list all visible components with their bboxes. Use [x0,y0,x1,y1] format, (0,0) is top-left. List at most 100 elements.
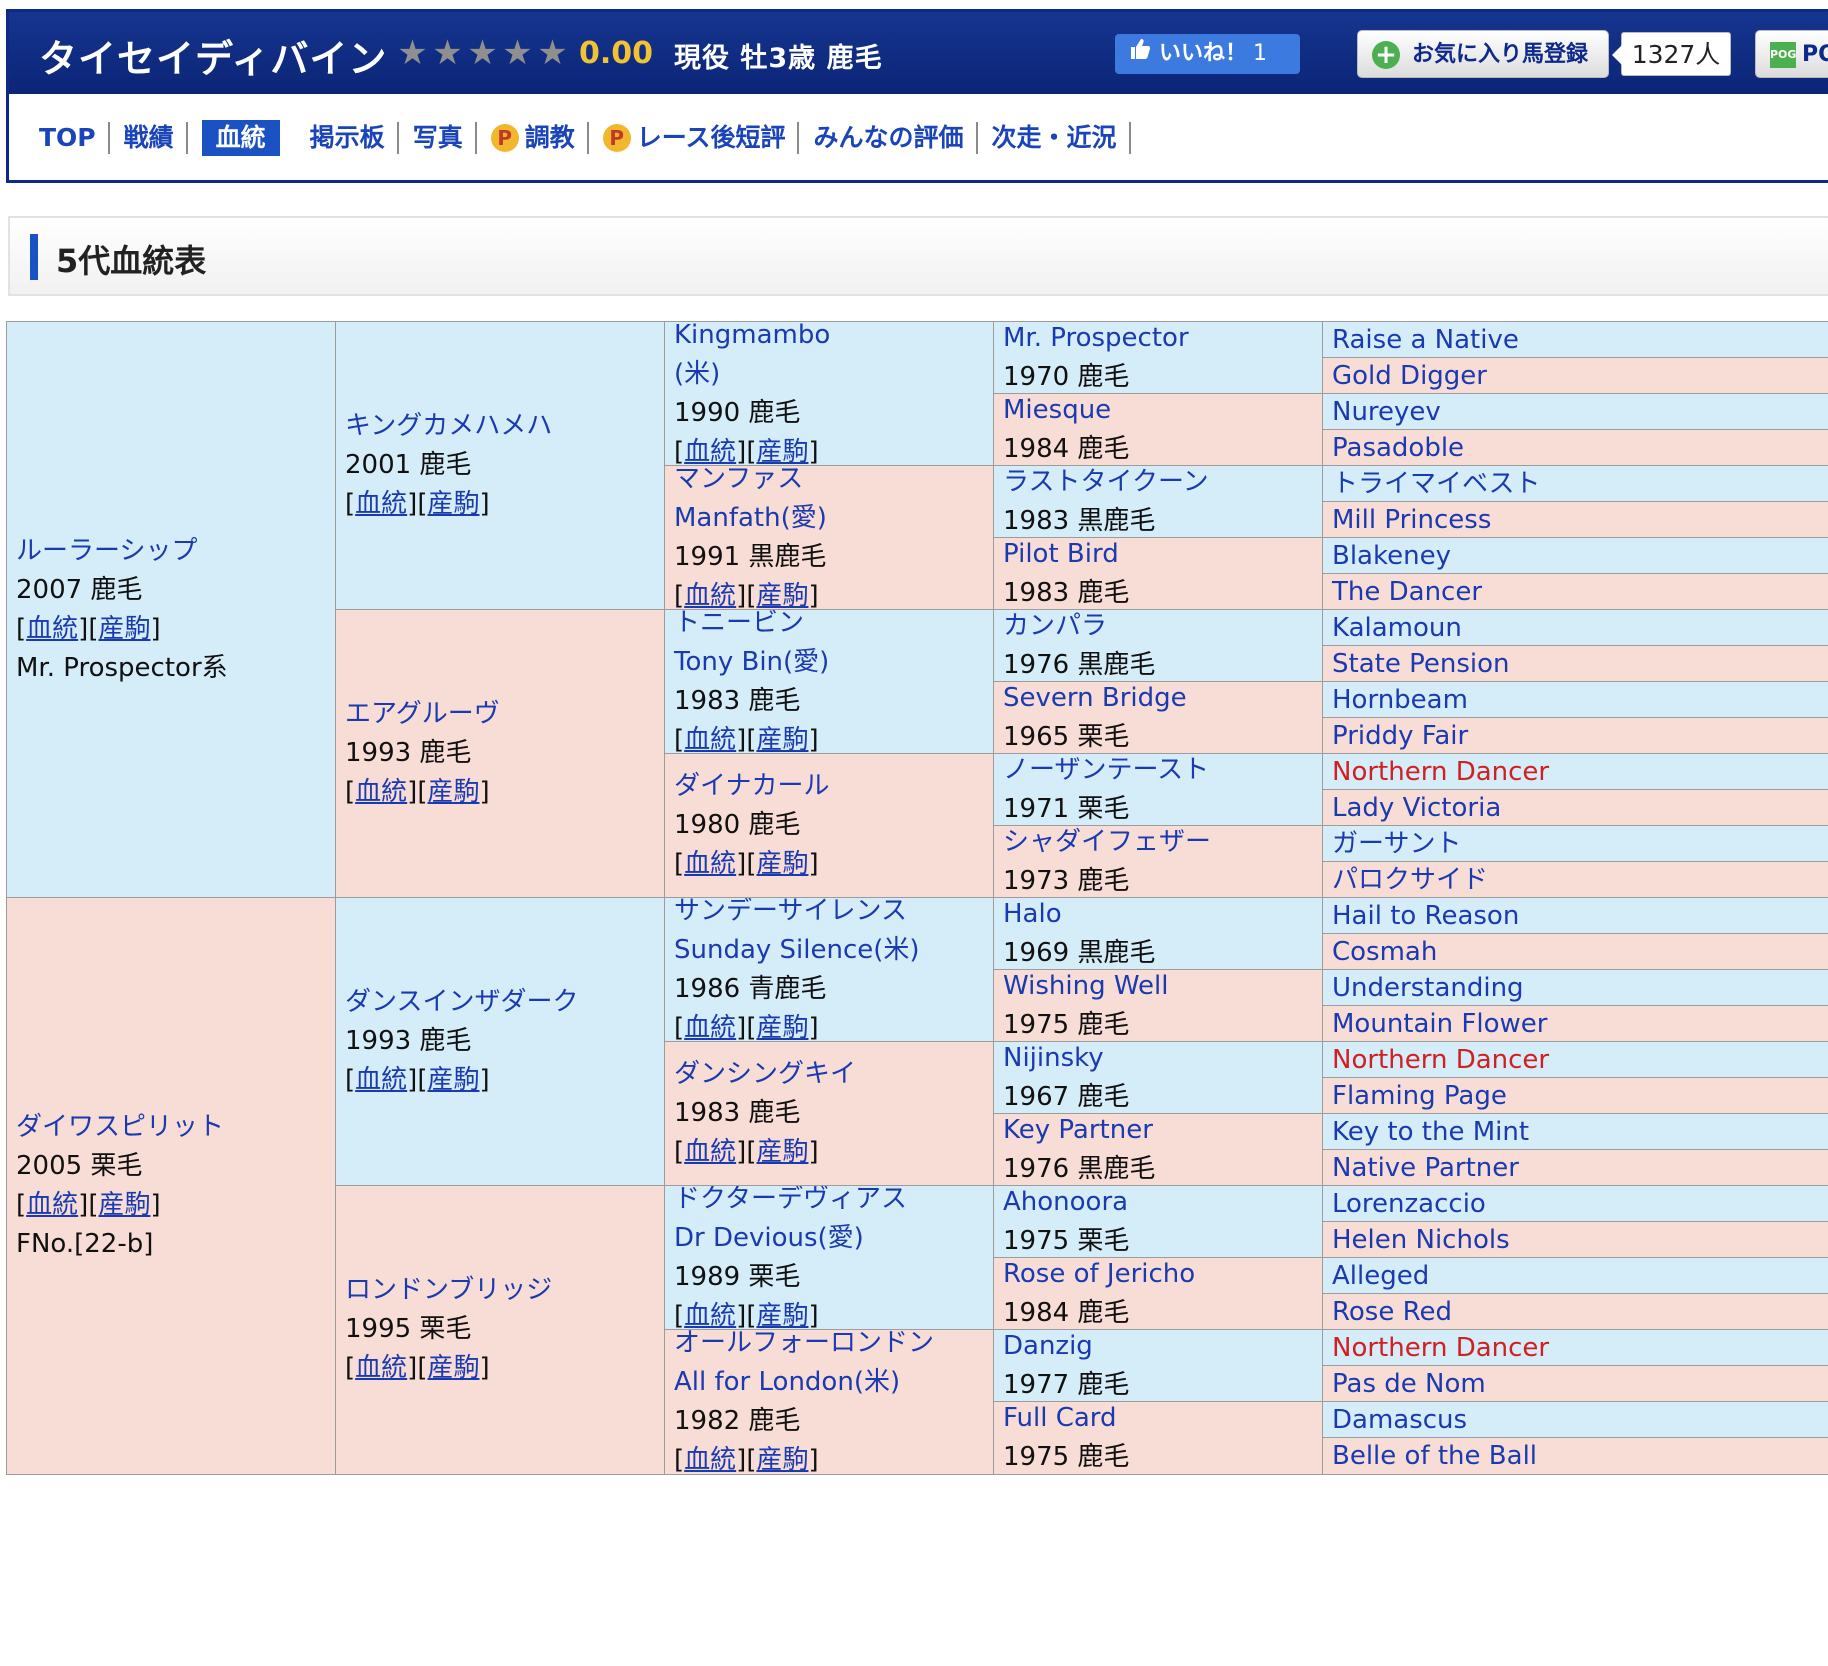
horse-name-link[interactable]: Key to the Mint [1332,1115,1828,1149]
star-icon[interactable]: ★ [500,34,535,72]
bloodline-link[interactable]: 血統 [26,614,78,644]
tab-0[interactable]: TOP [39,120,110,156]
horse-name-link[interactable]: シャダイフェザー [1003,826,1323,862]
horse-name-link[interactable]: Halo [1003,898,1323,934]
horse-name-link[interactable]: マンファス [674,466,994,499]
horse-name-link[interactable]: トライマイベスト [1332,467,1828,501]
bloodline-link[interactable]: 血統 [355,489,407,519]
offspring-link[interactable]: 産駒 [427,1353,479,1383]
tab-6[interactable]: P レース後短評 [589,120,800,156]
offspring-link[interactable]: 産駒 [427,489,479,519]
offspring-link[interactable]: 産駒 [427,1065,479,1095]
horse-name-link[interactable]: The Dancer [1332,575,1828,609]
rating-stars[interactable]: ★ ★ ★ ★ ★ [395,34,570,72]
horse-name-link[interactable]: ノーザンテースト [1003,754,1323,790]
horse-name-link[interactable]: Alleged [1332,1259,1828,1293]
horse-alt-name-link[interactable]: All for London(米) [674,1363,994,1402]
bloodline-link[interactable]: 血統 [684,581,736,610]
horse-name-link[interactable]: キングカメハメハ [345,407,665,446]
horse-name-link[interactable]: Ahonoora [1003,1186,1323,1222]
horse-name-link[interactable]: パロクサイド [1332,863,1828,897]
horse-name-link[interactable]: Hornbeam [1332,683,1828,717]
horse-alt-name-link[interactable]: Tony Bin(愛) [674,643,994,682]
horse-name-link[interactable]: Gold Digger [1332,359,1828,393]
tab-1[interactable]: 戦績 [110,120,188,156]
offspring-link[interactable]: 産駒 [756,1445,808,1474]
bloodline-link[interactable]: 血統 [684,1301,736,1330]
horse-name-link[interactable]: Rose Red [1332,1295,1828,1329]
add-favorite-button[interactable]: + お気に入り馬登録 [1357,30,1609,78]
horse-name-link[interactable]: Priddy Fair [1332,719,1828,753]
horse-name-link[interactable]: Key Partner [1003,1114,1323,1150]
horse-name-link[interactable]: ダンシングキイ [674,1055,994,1094]
horse-name-link[interactable]: Wishing Well [1003,970,1323,1006]
offspring-link[interactable]: 産駒 [756,849,808,879]
horse-name-link[interactable]: Lady Victoria [1332,791,1828,825]
horse-name-link[interactable]: ダンスインザダーク [345,983,665,1022]
star-icon[interactable]: ★ [535,34,570,72]
horse-name-link[interactable]: カンパラ [1003,610,1323,646]
horse-name-link[interactable]: ルーラーシップ [16,532,336,571]
horse-name-link[interactable]: Nureyev [1332,395,1828,429]
star-icon[interactable]: ★ [395,34,430,72]
horse-name-link[interactable]: オールフォーロンドン [674,1330,994,1363]
horse-name-link[interactable]: Miesque [1003,394,1323,430]
tab-4[interactable]: 写真 [399,120,477,156]
tab-2[interactable]: 血統 [201,120,280,156]
bloodline-link[interactable]: 血統 [684,437,736,466]
offspring-link[interactable]: 産駒 [756,581,808,610]
horse-name-link[interactable]: ガーサント [1332,827,1828,861]
horse-name-link[interactable]: Kingmambo [674,322,994,355]
offspring-link[interactable]: 産駒 [98,1190,150,1220]
horse-name-link[interactable]: Northern Dancer [1332,1043,1828,1077]
bloodline-link[interactable]: 血統 [355,1353,407,1383]
horse-name-link[interactable]: Nijinsky [1003,1042,1323,1078]
bloodline-link[interactable]: 血統 [684,1445,736,1474]
tab-8[interactable]: 次走・近況 [978,120,1131,156]
horse-name-link[interactable]: Raise a Native [1332,323,1828,357]
offspring-link[interactable]: 産駒 [427,777,479,807]
offspring-link[interactable]: 産駒 [756,1301,808,1330]
tab-7[interactable]: みんなの評価 [799,120,978,156]
horse-name-link[interactable]: Native Partner [1332,1151,1828,1185]
star-icon[interactable]: ★ [430,34,465,72]
horse-name-link[interactable]: Mountain Flower [1332,1007,1828,1041]
horse-name-link[interactable]: State Pension [1332,647,1828,681]
bloodline-link[interactable]: 血統 [684,1137,736,1167]
horse-name-link[interactable]: Pasadoble [1332,431,1828,465]
bloodline-link[interactable]: 血統 [355,1065,407,1095]
horse-name-link[interactable]: Helen Nichols [1332,1223,1828,1257]
horse-name-link[interactable]: サンデーサイレンス [674,898,994,931]
offspring-link[interactable]: 産駒 [98,614,150,644]
horse-name-link[interactable]: Belle of the Ball [1332,1439,1828,1473]
horse-name-link[interactable]: Cosmah [1332,935,1828,969]
tab-3[interactable]: 掲示板 [296,120,399,156]
horse-name-link[interactable]: ドクターデヴィアス [674,1186,994,1219]
horse-name-link[interactable]: Kalamoun [1332,611,1828,645]
horse-name-link[interactable]: Understanding [1332,971,1828,1005]
bloodline-link[interactable]: 血統 [684,1013,736,1042]
offspring-link[interactable]: 産駒 [756,1013,808,1042]
horse-name-link[interactable]: Northern Dancer [1332,1331,1828,1365]
offspring-link[interactable]: 産駒 [756,725,808,754]
bloodline-link[interactable]: 血統 [684,725,736,754]
star-icon[interactable]: ★ [465,34,500,72]
horse-name-link[interactable]: Flaming Page [1332,1079,1828,1113]
pog-button[interactable]: POG PO [1755,30,1828,78]
offspring-link[interactable]: 産駒 [756,1137,808,1167]
horse-name-link[interactable]: エアグルーヴ [345,695,665,734]
horse-name-link[interactable]: Pas de Nom [1332,1367,1828,1401]
horse-alt-name-link[interactable]: Sunday Silence(米) [674,931,994,970]
horse-name-link[interactable]: Full Card [1003,1402,1323,1438]
horse-name-link[interactable]: Severn Bridge [1003,682,1323,718]
horse-alt-name-link[interactable]: Manfath(愛) [674,499,994,538]
bloodline-link[interactable]: 血統 [355,777,407,807]
horse-name-link[interactable]: Hail to Reason [1332,899,1828,933]
tab-5[interactable]: P 調教 [477,120,589,156]
bloodline-link[interactable]: 血統 [684,849,736,879]
horse-name-link[interactable]: Mr. Prospector [1003,322,1323,358]
horse-name-link[interactable]: ダイワスピリット [16,1108,336,1147]
horse-name-link[interactable]: Rose of Jericho [1003,1258,1323,1294]
horse-name-link[interactable]: ロンドンブリッジ [345,1271,665,1310]
horse-name-link[interactable]: トニービン [674,610,994,643]
